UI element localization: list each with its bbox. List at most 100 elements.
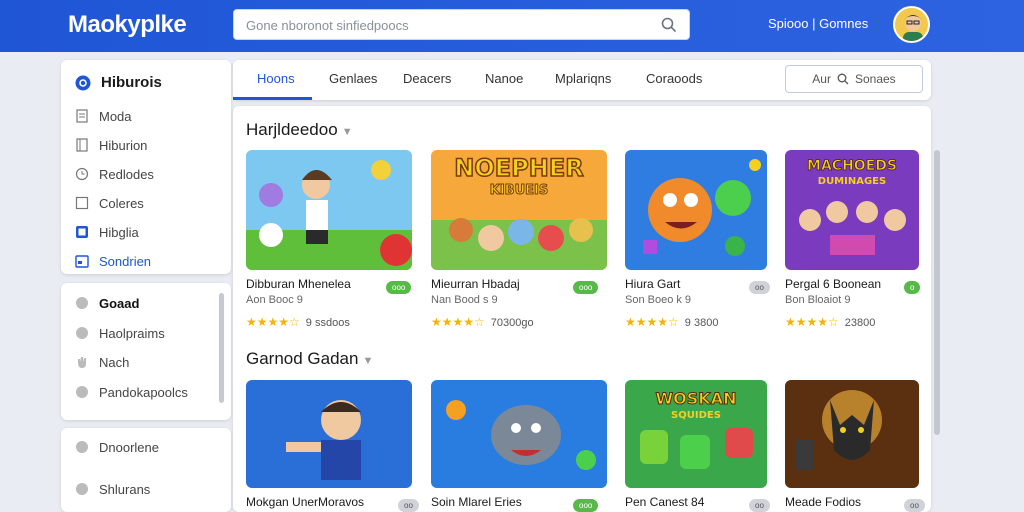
game-thumbnail[interactable]: [431, 380, 607, 488]
main-scrollbar[interactable]: [934, 150, 940, 435]
sidebar-scrollbar[interactable]: [219, 293, 224, 403]
filter-button[interactable]: Aur Sonaes: [785, 65, 923, 93]
game-thumbnail[interactable]: WOSKAN SQUIDES: [625, 380, 767, 488]
sidebar-title: Hiburois: [101, 74, 162, 91]
tab-coraoods[interactable]: Coraoods: [646, 71, 702, 86]
price-badge[interactable]: oo: [904, 499, 925, 512]
sidebar-item-label: Hibglia: [99, 224, 139, 240]
filter-label: Aur: [812, 72, 831, 86]
rating: ★★★★☆ 23800: [785, 315, 875, 329]
sidebar-item-label: Shlurans: [99, 481, 151, 497]
price-badge[interactable]: oo: [398, 499, 419, 512]
chevron-down-icon[interactable]: ▼: [342, 126, 353, 138]
star-rating-icon: ★★★★☆: [246, 315, 300, 329]
game-card[interactable]: Meade Fodios oo: [785, 380, 925, 512]
tab-genlaes[interactable]: Genlaes: [329, 71, 377, 86]
sidebar-item-label: Dnoorlene: [99, 439, 159, 455]
svg-text:NOEPHER: NOEPHER: [454, 154, 583, 182]
price-badge[interactable]: oo: [749, 499, 770, 512]
sidebar-item-shlurans[interactable]: Shlurans: [75, 480, 150, 498]
sidebar-item-hibglia[interactable]: Hibglia: [75, 223, 139, 241]
game-title[interactable]: Mieurran Hbadaj: [431, 277, 520, 291]
sidebar-item-label: Coleres: [99, 195, 144, 211]
game-thumbnail[interactable]: NOEPHER KIBUEIS: [431, 150, 607, 270]
game-card[interactable]: WOSKAN SQUIDES Pen Canest 84 oo: [625, 380, 770, 512]
sidebar-item-label: Sondrien: [99, 253, 152, 269]
svg-text:WOSKAN: WOSKAN: [656, 389, 737, 408]
circle-icon: [76, 483, 88, 495]
sidebar-item-nach[interactable]: Nach: [75, 353, 129, 371]
price-badge[interactable]: ooo: [573, 499, 599, 512]
tab-bar: Hoons Genlaes Deacers Nanoe Mplariqns Co…: [233, 60, 931, 100]
search-input[interactable]: Gone nboronot sinfiedpoocs: [233, 9, 690, 40]
circle-icon: [76, 297, 88, 309]
game-thumbnail[interactable]: [785, 380, 919, 488]
document-icon: [76, 109, 88, 123]
sidebar-item-moda[interactable]: Moda: [75, 107, 132, 125]
tab-nanoe[interactable]: Nanoe: [485, 71, 523, 86]
sidebar-item-redlodes[interactable]: Redlodes: [75, 165, 154, 183]
svg-text:MACHOEDS: MACHOEDS: [807, 158, 897, 174]
sidebar-item-hiburion[interactable]: Hiburion: [75, 136, 147, 154]
game-thumbnail[interactable]: [246, 380, 412, 488]
search-placeholder: Gone nboronot sinfiedpoocs: [246, 18, 409, 33]
game-card[interactable]: Mokgan UnerMoravos oo: [246, 380, 419, 512]
game-title[interactable]: Hiura Gart: [625, 277, 680, 291]
review-count: 70300go: [490, 317, 534, 329]
rating: ★★★★☆ 9 ssdoos: [246, 315, 350, 329]
avatar[interactable]: [893, 6, 930, 43]
section-title: Harjldeedoo ▼: [246, 120, 353, 140]
game-title[interactable]: Pergal 6 Boonean: [785, 277, 881, 291]
game-subtitle: Aon Booc 9: [246, 294, 303, 306]
tab-deacers[interactable]: Deacers: [403, 71, 451, 86]
game-subtitle: Son Boeo k 9: [625, 294, 692, 306]
hand-icon: [78, 357, 86, 368]
review-count: 23800: [844, 317, 876, 329]
search-icon[interactable]: [661, 17, 677, 33]
game-title[interactable]: Pen Canest 84: [625, 495, 704, 509]
price-badge[interactable]: oo: [749, 281, 770, 294]
sidebar-item-pandokapoolcs[interactable]: Pandokapoolcs: [75, 383, 188, 401]
section-title-text: Garnod Gadan: [246, 349, 359, 368]
tab-hoons[interactable]: Hoons: [257, 71, 295, 86]
game-thumbnail[interactable]: [625, 150, 767, 270]
app-logo[interactable]: Maokyplke: [68, 11, 187, 39]
sidebar-group-tertiary: Dnoorlene Shlurans: [61, 428, 231, 512]
rating: ★★★★☆ 70300go: [431, 315, 534, 329]
sidebar-item-goaad[interactable]: Goaad: [75, 294, 139, 312]
sidebar-item-sondrien[interactable]: Sondrien: [75, 252, 151, 270]
price-badge[interactable]: o: [904, 281, 921, 294]
star-rating-icon: ★★★★☆: [431, 315, 485, 329]
game-card[interactable]: NOEPHER KIBUEIS Mieurran Hbadaj ooo Nan B…: [431, 150, 607, 329]
game-grid-panel: Harjldeedoo ▼ Dibburan Mhenelea ooo Aon B…: [233, 106, 931, 512]
tab-mplariqns[interactable]: Mplariqns: [555, 71, 611, 86]
filter-label-2: Sonaes: [854, 72, 896, 86]
price-badge[interactable]: ooo: [573, 281, 599, 294]
sidebar-item-coleres[interactable]: Coleres: [75, 194, 144, 212]
sidebar-item-label: Goaad: [99, 295, 140, 311]
game-title[interactable]: Mokgan UnerMoravos: [246, 495, 364, 509]
sidebar-item-label: Hiburion: [99, 137, 148, 153]
game-thumbnail[interactable]: MACHOEDS DUMINAGES: [785, 150, 919, 270]
image-icon: [76, 226, 88, 238]
sidebar-group-secondary: Goaad Haolpraims Nach Pandokapoolcs: [61, 283, 231, 420]
top-bar: Maokyplke Gone nboronot sinfiedpoocs Spi…: [0, 0, 1024, 52]
chevron-down-icon[interactable]: ▼: [362, 355, 373, 367]
sidebar-item-label: Nach: [99, 354, 130, 370]
game-card[interactable]: Dibburan Mhenelea ooo Aon Booc 9 ★★★★☆ 9 …: [246, 150, 412, 329]
game-title[interactable]: Soin Mlarel Eries: [431, 495, 522, 509]
game-thumbnail[interactable]: [246, 150, 412, 270]
sidebar-item-dnoorlene[interactable]: Dnoorlene: [75, 438, 159, 456]
sidebar-item-haolpraims[interactable]: Haolpraims: [75, 324, 165, 342]
price-badge[interactable]: ooo: [386, 281, 412, 294]
game-card[interactable]: Soin Mlarel Eries ooo: [431, 380, 607, 512]
svg-text:DUMINAGES: DUMINAGES: [818, 176, 886, 187]
game-title[interactable]: Meade Fodios: [785, 495, 861, 509]
section-title-text: Harjldeedoo: [246, 120, 338, 139]
game-title[interactable]: Dibburan Mhenelea: [246, 277, 351, 291]
game-card[interactable]: MACHOEDS DUMINAGES Pergal 6 Boonean o Bon…: [785, 150, 921, 329]
account-menu[interactable]: Spiooo | Gomnes: [768, 16, 868, 31]
game-card[interactable]: Hiura Gart oo Son Boeo k 9 ★★★★☆ 9 3800: [625, 150, 770, 329]
star-rating-icon: ★★★★☆: [785, 315, 839, 329]
calendar-icon: [75, 255, 89, 268]
